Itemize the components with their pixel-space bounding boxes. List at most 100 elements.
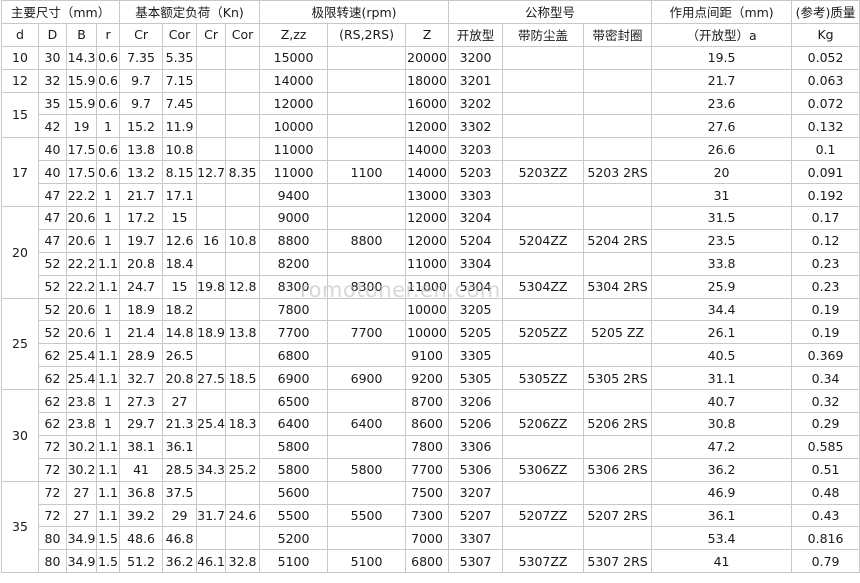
table-cell: 9.7 [119, 91, 164, 116]
table-cell [502, 45, 585, 70]
table-cell: 72 [38, 480, 67, 505]
table-cell: 3207 [448, 480, 504, 505]
table-cell: 20.6 [66, 320, 97, 345]
table-cell: 8700 [405, 389, 450, 414]
table-cell: 7800 [405, 434, 450, 459]
table-cell: 22.2 [66, 183, 97, 208]
table-cell: 18.5 [225, 366, 261, 391]
table-cell: 5204 2RS [583, 228, 653, 253]
table-row: 20 47 20.6 1 17.2 15 9000 12000 3204 31.5 0.17 [1, 206, 860, 299]
table-cell: 6800 [405, 549, 450, 574]
table-cell: 5205 ZZ [583, 320, 653, 345]
table-cell: 7700 [405, 457, 450, 482]
table-cell [583, 114, 653, 139]
table-cell: 5306ZZ [502, 457, 585, 482]
table-cell: 5307 2RS [583, 549, 653, 574]
table-cell: 11.9 [162, 114, 198, 139]
table-cell: 5204 [448, 228, 504, 253]
table-cell: 1 [95, 206, 121, 230]
subheader-cell: Z [405, 22, 450, 47]
table-cell: 62 [38, 343, 67, 368]
subheader-cell: r [95, 22, 121, 47]
subheader-cell: Cr [119, 22, 164, 47]
table-cell [225, 68, 261, 93]
table-cell: 3206 [448, 389, 504, 414]
table-row: 52 22.2 1.1 24.7 15 19.8 12.8 8300 8300 11000 5304… [2, 274, 860, 299]
table-cell [225, 91, 261, 116]
table-cell: 1 [95, 183, 121, 208]
table-cell: 72 [38, 457, 67, 482]
header-load-ratings: 基本额定负荷（Kn) [119, 0, 261, 24]
table-cell: 10000 [259, 114, 329, 139]
table-cell: 27.5 [196, 366, 227, 391]
table-cell: 20.6 [66, 228, 97, 253]
table-cell: 1100 [327, 160, 407, 185]
table-cell [502, 137, 585, 162]
table-cell: 6800 [259, 343, 329, 368]
table-row: 72 30.2 1.1 38.1 36.1 5800 7800 3306 47.2 0.585 [2, 434, 860, 459]
table-cell: 5203 [448, 160, 504, 185]
table-cell: 1.1 [95, 251, 121, 276]
table-row: 30 62 23.8 1 27.3 27 6500 8700 3206 40.7 0.32 [1, 389, 860, 482]
table-cell [583, 206, 653, 230]
table-cell: 0.192 [791, 183, 860, 208]
table-cell: 32.8 [225, 549, 261, 574]
table-cell [583, 45, 653, 70]
table-cell: 6400 [259, 412, 329, 436]
table-cell [327, 526, 407, 551]
table-cell: 47 [38, 206, 67, 230]
table-cell: 9200 [405, 366, 450, 391]
table-cell [196, 114, 227, 139]
table-cell: 37.5 [162, 480, 198, 505]
table-cell: 0.34 [791, 366, 860, 391]
table-cell: 5207 [448, 503, 504, 528]
table-cell: 38.1 [119, 434, 164, 459]
table-cell: 0.19 [791, 297, 860, 322]
table-cell: 0.6 [95, 45, 121, 70]
table-cell: 17.5 [66, 160, 97, 185]
subheader-cell: Kg [791, 22, 860, 47]
table-cell: 27 [162, 389, 198, 414]
table-cell [225, 343, 261, 368]
table-cell: 10000 [405, 320, 450, 345]
table-cell: 1.1 [95, 343, 121, 368]
table-cell: 5304ZZ [502, 274, 585, 299]
table-cell: 32.7 [119, 366, 164, 391]
table-cell: 14.8 [162, 320, 198, 345]
bore-diameter-cell: 12 [1, 68, 39, 93]
table-cell [225, 137, 261, 162]
table-cell: 12000 [259, 91, 329, 116]
table-cell: 3304 [448, 251, 504, 276]
table-cell: 15.2 [119, 114, 164, 139]
table-cell: 25.9 [651, 274, 793, 299]
table-cell: 5800 [259, 457, 329, 482]
table-cell: 18.4 [162, 251, 198, 276]
table-cell: 7.15 [162, 68, 198, 93]
table-cell [583, 343, 653, 368]
table-cell: 9.7 [119, 68, 164, 93]
table-cell: 17.2 [119, 206, 164, 230]
table-cell [583, 183, 653, 208]
table-cell: 8.35 [225, 160, 261, 185]
table-cell: 3205 [448, 297, 504, 322]
table-cell: 23.6 [651, 91, 793, 116]
table-cell: 7.35 [119, 45, 164, 70]
table-cell: 25.4 [196, 412, 227, 436]
table-cell: 1.1 [95, 274, 121, 299]
table-cell: 7000 [405, 526, 450, 551]
table-cell: 26.1 [651, 320, 793, 345]
table-cell [502, 526, 585, 551]
table-cell: 18.3 [225, 412, 261, 436]
table-cell [327, 297, 407, 322]
table-row: 35 72 27 1.1 36.8 37.5 5600 7500 3207 46.9 0.48 [1, 480, 860, 574]
table-cell [196, 206, 227, 230]
table-cell: 5207 2RS [583, 503, 653, 528]
table-cell: 42 [38, 114, 67, 139]
table-cell: 23.8 [66, 412, 97, 436]
bore-diameter-cell: 15 [1, 91, 39, 139]
table-cell: 5800 [327, 457, 407, 482]
table-cell: 53.4 [651, 526, 793, 551]
header-row: 主要尺寸（mm） 基本额定负荷（Kn) 极限转速(rpm) 公称型号 作用点间距… [0, 0, 860, 24]
table-cell [225, 45, 261, 70]
table-cell: 5206 2RS [583, 412, 653, 436]
